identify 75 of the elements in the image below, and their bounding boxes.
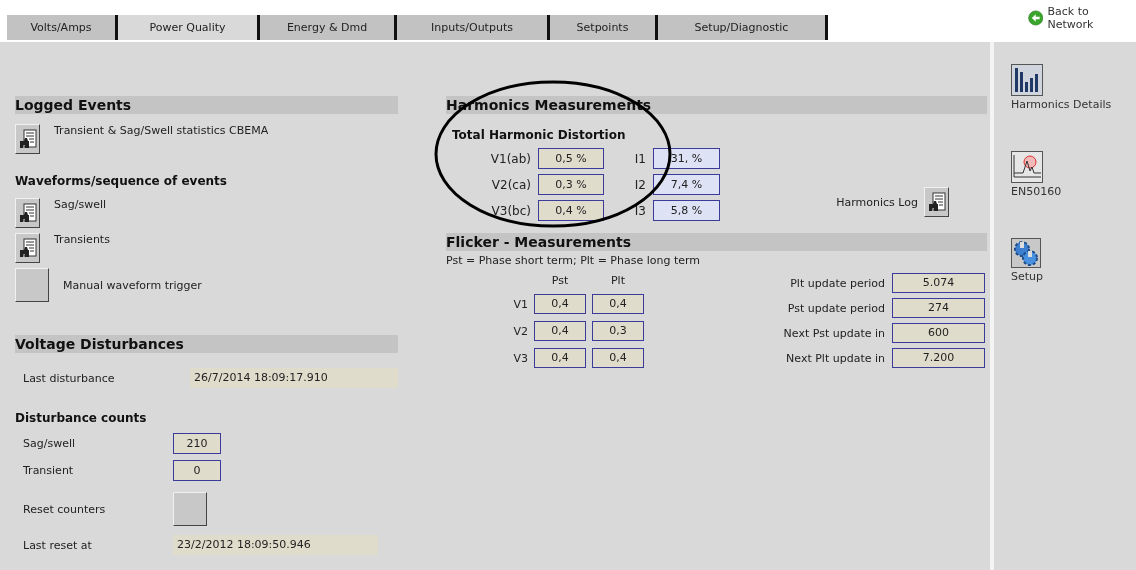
- column-header: Pst: [550, 274, 570, 287]
- value-field: 0,3 %: [538, 174, 604, 195]
- value-field: 0,4: [592, 294, 644, 314]
- field-label: Last disturbance: [23, 371, 116, 385]
- section-subtitle: Disturbance counts: [15, 411, 148, 425]
- binoculars-document-icon: [927, 192, 946, 212]
- sidebar-link[interactable]: Harmonics Details: [1011, 64, 1136, 111]
- value-field: 7,4 %: [653, 174, 720, 195]
- field-label: Last reset at: [23, 538, 93, 552]
- tab[interactable]: Power Quality: [118, 15, 260, 40]
- bar-chart-icon: [1011, 64, 1043, 96]
- report-button[interactable]: [15, 233, 40, 263]
- phase-label: V3: [512, 351, 528, 365]
- tab[interactable]: Volts/Amps: [7, 15, 118, 40]
- column-header: Plt: [610, 274, 626, 287]
- field-label: Sag/swell: [23, 437, 77, 450]
- binoculars-document-icon: [18, 203, 37, 223]
- field-label: Next Pst update in: [783, 326, 885, 340]
- item-label: Sag/swell: [54, 198, 107, 211]
- binoculars-document-icon: [18, 238, 37, 258]
- tab[interactable]: Setpoints: [550, 15, 658, 40]
- back-link[interactable]: Back to Network: [1028, 5, 1106, 31]
- report-button[interactable]: [15, 124, 40, 154]
- value-field: 5,8 %: [653, 200, 720, 221]
- phase-label: I1: [633, 151, 646, 166]
- tab[interactable]: Setup/Diagnostic: [658, 15, 828, 40]
- phase-label: V1: [512, 297, 528, 311]
- value-field: 210: [173, 433, 221, 454]
- value-field: 0,4: [592, 348, 644, 368]
- phase-label: I2: [633, 177, 646, 192]
- value-field: 0: [173, 460, 221, 481]
- phase-label: V2(ca): [490, 177, 531, 192]
- section-header: Flicker - Measurements: [446, 233, 987, 251]
- item-label: Transient & Sag/Swell statistics CBEMA: [54, 124, 269, 137]
- gears-icon: [1011, 238, 1041, 268]
- reset-button[interactable]: [173, 492, 207, 526]
- trigger-button[interactable]: [15, 268, 49, 302]
- value-field: 0,4: [534, 321, 586, 341]
- tab[interactable]: Inputs/Outputs: [397, 15, 550, 40]
- report-button[interactable]: [924, 187, 949, 217]
- section-header: Logged Events: [15, 96, 398, 114]
- value-field: 0,4: [534, 348, 586, 368]
- sidebar-link[interactable]: EN50160: [1011, 151, 1136, 198]
- value-field: 26/7/2014 18:09:17.910: [190, 368, 398, 388]
- field-label: Plt update period: [789, 276, 885, 290]
- field-label: Pst update period: [786, 301, 885, 315]
- section-subtitle: Waveforms/sequence of events: [15, 174, 228, 188]
- phase-label: V1(ab): [489, 151, 531, 166]
- harmonics-log-label: Harmonics Log: [836, 195, 918, 209]
- report-button[interactable]: [15, 198, 40, 228]
- value-field: 274: [892, 298, 985, 318]
- item-label: Transients: [54, 233, 110, 246]
- value-field: 0,5 %: [538, 148, 604, 169]
- field-label: Next Plt update in: [785, 351, 885, 365]
- field-label: Reset counters: [23, 502, 107, 516]
- waveform-icon: [1011, 151, 1043, 183]
- value-field: 0,3: [592, 321, 644, 341]
- tab[interactable]: Energy & Dmd: [260, 15, 397, 40]
- value-field: 0,4: [534, 294, 586, 314]
- phase-label: V2: [512, 324, 528, 338]
- value-field: 5.074: [892, 273, 985, 293]
- section-header: Voltage Disturbances: [15, 335, 398, 353]
- field-label: Transient: [23, 464, 75, 477]
- value-field: 600: [892, 323, 985, 343]
- value-field: 7.200: [892, 348, 985, 368]
- phase-label: V3(bc): [490, 203, 531, 218]
- section-subtitle: Total Harmonic Distortion: [451, 128, 627, 142]
- value-field: 31, %: [653, 148, 720, 169]
- value-field: 0,4 %: [538, 200, 604, 221]
- item-label: Manual waveform trigger: [63, 278, 202, 292]
- value-field: 23/2/2012 18:09:50.946: [173, 535, 378, 555]
- binoculars-document-icon: [18, 129, 37, 149]
- sidebar-link[interactable]: Setup: [1011, 238, 1136, 283]
- note-text: Pst = Phase short term; Plt = Phase long term: [446, 254, 702, 267]
- phase-label: I3: [633, 203, 646, 218]
